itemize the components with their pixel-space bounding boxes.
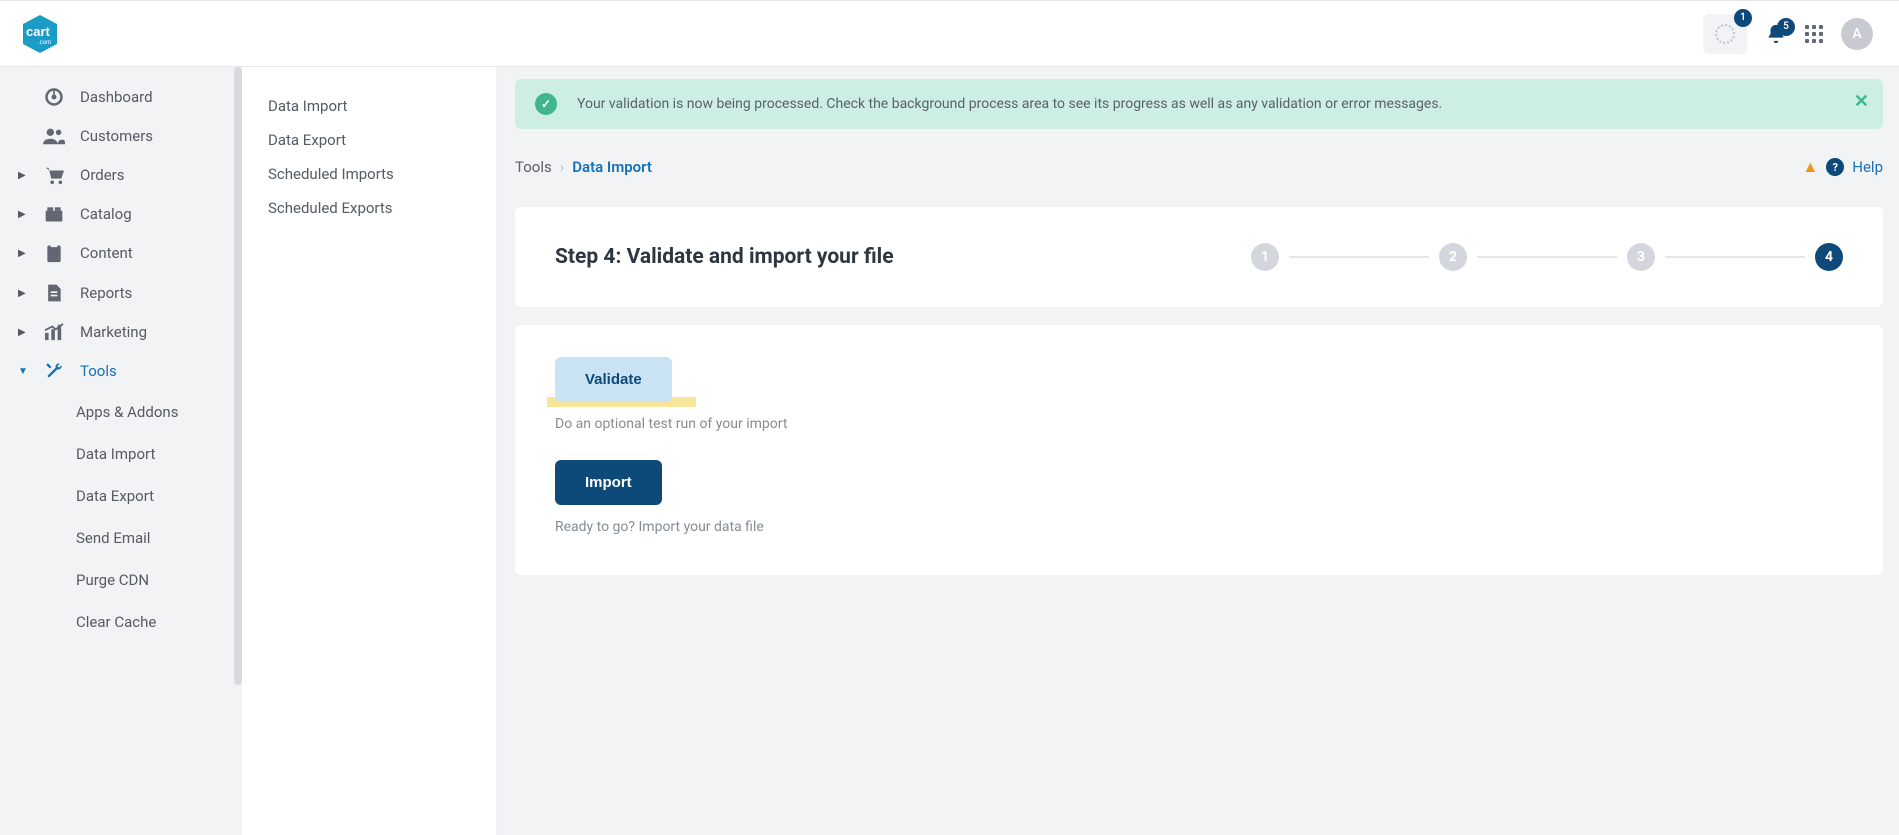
crumb-current: Data Import: [572, 158, 652, 176]
nav-label: Customers: [80, 127, 153, 145]
caret-icon: ▶: [18, 327, 28, 338]
crumb-tools[interactable]: Tools: [515, 158, 552, 176]
notifications[interactable]: 5: [1765, 23, 1787, 45]
sublink-scheduled-exports[interactable]: Scheduled Exports: [268, 191, 470, 225]
sublink-scheduled-imports[interactable]: Scheduled Imports: [268, 157, 470, 191]
breadcrumb-row: Tools › Data Import ▲ ? Help: [515, 157, 1883, 177]
import-button[interactable]: Import: [555, 460, 662, 505]
nav-content[interactable]: ▶ Content: [0, 233, 242, 273]
help-link[interactable]: Help: [1852, 158, 1883, 176]
avatar[interactable]: A: [1841, 18, 1873, 50]
nav-sub-data-import[interactable]: Data Import: [0, 433, 242, 475]
nav-orders[interactable]: ▶ Orders: [0, 155, 242, 195]
step-circle-1[interactable]: 1: [1251, 243, 1279, 271]
nav-label: Marketing: [80, 323, 147, 341]
tools-icon: [42, 361, 66, 381]
nav-catalog[interactable]: ▶ Catalog: [0, 195, 242, 233]
cart-logo-icon: cart .com: [18, 12, 62, 56]
gauge-icon: [42, 87, 66, 107]
nav-customers[interactable]: Customers: [0, 117, 242, 155]
stepper: 1 2 3 4: [918, 243, 1843, 271]
nav-label: Orders: [80, 166, 125, 184]
action-card: Validate Do an optional test run of your…: [515, 325, 1883, 575]
import-desc: Ready to go? Import your data file: [555, 519, 1843, 535]
sublink-data-import[interactable]: Data Import: [268, 89, 470, 123]
apps-grid-icon[interactable]: [1805, 25, 1823, 43]
nav-marketing[interactable]: ▶ Marketing: [0, 313, 242, 351]
sidebar-secondary: Data Import Data Export Scheduled Import…: [242, 67, 497, 835]
nav-sub-purge-cdn[interactable]: Purge CDN: [0, 559, 242, 601]
step-circle-2[interactable]: 2: [1439, 243, 1467, 271]
svg-text:cart: cart: [26, 24, 51, 39]
step-title: Step 4: Validate and import your file: [555, 245, 894, 269]
breadcrumb: Tools › Data Import: [515, 158, 652, 176]
nav-label: Catalog: [80, 205, 132, 223]
main: ✓ Your validation is now being processed…: [497, 67, 1899, 835]
nav-sub-apps-addons[interactable]: Apps & Addons: [0, 391, 242, 433]
spinner-icon: [1715, 24, 1735, 44]
caret-icon: ▶: [18, 248, 28, 259]
background-processes[interactable]: 1: [1703, 14, 1747, 54]
validation-alert: ✓ Your validation is now being processed…: [515, 79, 1883, 129]
alert-text: Your validation is now being processed. …: [577, 96, 1442, 112]
nav-sub-send-email[interactable]: Send Email: [0, 517, 242, 559]
people-icon: [42, 127, 66, 145]
topbar-right: 1 5 A: [1703, 14, 1873, 54]
caret-icon: ▶: [18, 209, 28, 220]
caret-icon: ▶: [18, 288, 28, 299]
nav-reports[interactable]: ▶ Reports: [0, 273, 242, 313]
topbar: cart .com 1 5 A: [0, 0, 1899, 67]
warning-icon[interactable]: ▲: [1802, 157, 1818, 177]
close-icon[interactable]: ✕: [1854, 91, 1869, 112]
file-icon: [42, 283, 66, 303]
question-circle-icon[interactable]: ?: [1826, 158, 1844, 176]
step-line: [1477, 256, 1617, 258]
nav-dashboard[interactable]: Dashboard: [0, 77, 242, 117]
nav-tools[interactable]: ▼ Tools: [0, 351, 242, 391]
step-card: Step 4: Validate and import your file 1 …: [515, 207, 1883, 307]
logo[interactable]: cart .com: [18, 12, 62, 56]
validate-desc: Do an optional test run of your import: [555, 416, 1843, 432]
validate-button[interactable]: Validate: [555, 357, 672, 402]
nav-label: Tools: [80, 362, 117, 380]
nav-sub-data-export[interactable]: Data Export: [0, 475, 242, 517]
svg-text:.com: .com: [38, 40, 51, 46]
clipboard-icon: [42, 243, 66, 263]
nav-label: Dashboard: [80, 88, 153, 106]
step-circle-3[interactable]: 3: [1627, 243, 1655, 271]
sidebar-primary: Dashboard Customers ▶ Orders ▶ Catalog ▶: [0, 67, 242, 835]
chart-icon: [42, 323, 66, 341]
notif-count-badge: 5: [1777, 18, 1795, 36]
nav-label: Content: [80, 244, 133, 262]
sublink-data-export[interactable]: Data Export: [268, 123, 470, 157]
check-circle-icon: ✓: [535, 93, 557, 115]
nav-sub-clear-cache[interactable]: Clear Cache: [0, 601, 242, 643]
help-row: ▲ ? Help: [1802, 157, 1883, 177]
box-icon: [42, 205, 66, 223]
process-count-badge: 1: [1734, 9, 1752, 27]
caret-icon: ▶: [18, 170, 28, 181]
step-line: [1289, 256, 1429, 258]
caret-down-icon: ▼: [18, 366, 28, 377]
cart-icon: [42, 165, 66, 185]
step-line: [1665, 256, 1805, 258]
nav-label: Reports: [80, 284, 132, 302]
crumb-sep: ›: [560, 158, 565, 176]
step-circle-4[interactable]: 4: [1815, 243, 1843, 271]
